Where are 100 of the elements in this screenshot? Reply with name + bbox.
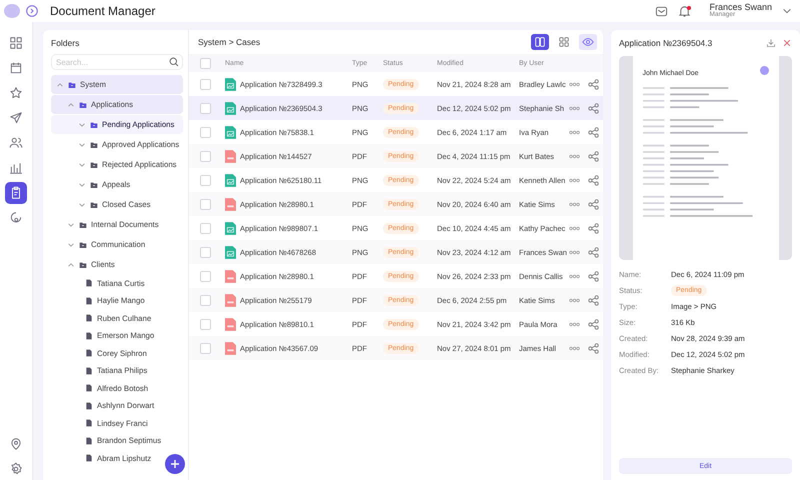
more-icon[interactable] bbox=[569, 298, 580, 302]
more-icon[interactable] bbox=[569, 226, 580, 230]
eye-icon bbox=[582, 36, 594, 48]
image-file-icon bbox=[225, 78, 236, 90]
document-icon bbox=[85, 454, 93, 462]
folders-title: Folders bbox=[51, 38, 80, 48]
document-icon bbox=[85, 366, 93, 375]
folder-icon bbox=[90, 180, 98, 188]
chevron-up-icon[interactable] bbox=[67, 260, 75, 268]
mail-icon[interactable] bbox=[655, 4, 668, 18]
folder-icon bbox=[79, 240, 87, 248]
row-checkbox[interactable] bbox=[200, 294, 211, 306]
row-checkbox[interactable] bbox=[200, 246, 211, 258]
folder-icon bbox=[68, 80, 76, 88]
chevron-down-icon[interactable] bbox=[78, 160, 86, 168]
share-icon[interactable] bbox=[588, 126, 599, 138]
share-icon[interactable] bbox=[588, 246, 599, 258]
row-checkbox[interactable] bbox=[200, 270, 211, 282]
folder-icon bbox=[90, 140, 98, 148]
search-icon bbox=[169, 57, 179, 67]
chevron-down-icon[interactable] bbox=[78, 200, 86, 208]
share-icon[interactable] bbox=[588, 78, 599, 90]
more-icon[interactable] bbox=[569, 130, 580, 134]
share-icon[interactable] bbox=[588, 150, 599, 162]
row-checkbox[interactable] bbox=[200, 102, 211, 114]
row-checkbox[interactable] bbox=[200, 174, 211, 186]
bell-icon[interactable] bbox=[678, 4, 692, 18]
chevron-down-icon[interactable] bbox=[67, 220, 75, 228]
folder-icon bbox=[79, 220, 87, 228]
document-icon bbox=[85, 279, 93, 288]
row-checkbox[interactable] bbox=[200, 318, 211, 330]
image-file-icon bbox=[225, 102, 236, 114]
more-icon[interactable] bbox=[569, 154, 580, 158]
image-file-icon bbox=[225, 174, 236, 186]
image-file-icon bbox=[225, 222, 236, 234]
row-checkbox[interactable] bbox=[200, 198, 211, 210]
pdf-file-icon bbox=[225, 270, 236, 282]
folder-icon bbox=[90, 160, 98, 168]
document-title: Application №2369504.3 bbox=[619, 38, 714, 48]
share-icon[interactable] bbox=[588, 318, 599, 330]
close-icon[interactable] bbox=[782, 38, 792, 48]
document-icon bbox=[85, 436, 93, 445]
folder-icon bbox=[79, 260, 87, 268]
pdf-file-icon bbox=[225, 342, 236, 354]
clipboard-icon[interactable] bbox=[5, 182, 27, 204]
share-icon[interactable] bbox=[588, 270, 599, 282]
select-all-checkbox[interactable] bbox=[200, 58, 211, 68]
document-icon bbox=[85, 349, 93, 358]
add-button[interactable] bbox=[165, 454, 185, 474]
pdf-file-icon bbox=[225, 150, 236, 162]
folder-icon bbox=[90, 200, 98, 208]
share-icon[interactable] bbox=[588, 174, 599, 186]
row-checkbox[interactable] bbox=[200, 150, 211, 162]
row-checkbox[interactable] bbox=[200, 78, 211, 90]
folder-icon bbox=[79, 100, 87, 108]
logo-icon bbox=[4, 4, 20, 18]
download-icon[interactable] bbox=[766, 38, 776, 48]
more-icon[interactable] bbox=[569, 202, 580, 206]
chevron-down-icon[interactable] bbox=[78, 120, 86, 128]
user-name: Frances Swann bbox=[709, 2, 772, 12]
chevron-up-icon[interactable] bbox=[67, 100, 75, 108]
pdf-file-icon bbox=[225, 294, 236, 306]
row-checkbox[interactable] bbox=[200, 126, 211, 138]
share-icon[interactable] bbox=[588, 294, 599, 306]
document-icon bbox=[85, 332, 93, 340]
folder-icon bbox=[90, 120, 98, 128]
row-checkbox[interactable] bbox=[200, 342, 211, 354]
pdf-file-icon bbox=[225, 318, 236, 330]
search-field[interactable]: Search... bbox=[51, 54, 183, 70]
document-icon bbox=[85, 314, 93, 322]
image-file-icon bbox=[225, 246, 236, 258]
share-icon[interactable] bbox=[588, 198, 599, 210]
more-icon[interactable] bbox=[569, 250, 580, 254]
more-icon[interactable] bbox=[569, 106, 580, 110]
share-icon[interactable] bbox=[588, 342, 599, 354]
more-icon[interactable] bbox=[569, 346, 580, 350]
more-icon[interactable] bbox=[569, 178, 580, 182]
document-icon bbox=[85, 402, 93, 410]
app-title: Document Manager bbox=[50, 4, 156, 18]
chevron-down-icon[interactable] bbox=[67, 240, 75, 248]
breadcrumb: System > Cases bbox=[198, 37, 260, 47]
chevron-right-icon[interactable] bbox=[26, 5, 38, 17]
preview-toggle-button[interactable] bbox=[579, 34, 597, 50]
columns-view-button[interactable] bbox=[531, 34, 549, 50]
image-file-icon bbox=[225, 126, 236, 138]
avatar-circle bbox=[760, 66, 768, 75]
more-icon[interactable] bbox=[569, 322, 580, 326]
chevron-down-icon[interactable] bbox=[78, 140, 86, 148]
chevron-down-icon[interactable] bbox=[78, 180, 86, 188]
row-checkbox[interactable] bbox=[200, 222, 211, 234]
share-icon[interactable] bbox=[588, 222, 599, 234]
plus-icon bbox=[169, 458, 181, 470]
chevron-down-icon[interactable] bbox=[782, 6, 792, 16]
document-icon bbox=[85, 296, 93, 305]
share-icon[interactable] bbox=[588, 102, 599, 114]
chevron-up-icon[interactable] bbox=[56, 80, 64, 88]
more-icon[interactable] bbox=[569, 274, 580, 278]
more-icon[interactable] bbox=[569, 82, 580, 86]
pdf-file-icon bbox=[225, 198, 236, 210]
document-icon bbox=[85, 419, 93, 428]
